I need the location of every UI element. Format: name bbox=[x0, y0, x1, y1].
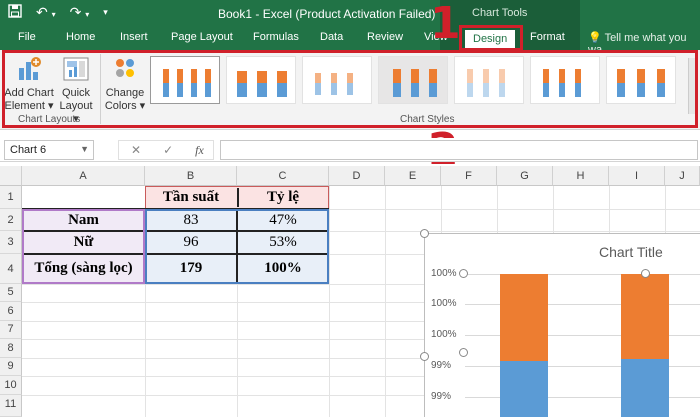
bar-series-1-top[interactable] bbox=[500, 274, 548, 361]
tab-formulas[interactable]: Formulas bbox=[253, 31, 299, 43]
y-tick-label: 100% bbox=[431, 298, 457, 309]
column-header-e[interactable]: E bbox=[385, 166, 441, 186]
plot-area-handle[interactable] bbox=[641, 269, 650, 278]
bar-series-1-bottom[interactable] bbox=[500, 361, 548, 417]
tab-format[interactable]: Format bbox=[530, 31, 565, 43]
window-title: Book1 - Excel (Product Activation Failed… bbox=[218, 7, 436, 21]
row-header-4[interactable]: 4 bbox=[0, 254, 22, 284]
redo-icon[interactable]: ↷ ▾ bbox=[70, 4, 90, 21]
formula-bar: Chart 6 ▼ ✕ ✓ fx bbox=[0, 138, 700, 162]
chevron-down-icon: ▼ bbox=[80, 144, 89, 154]
ribbon-tabs: File Home Insert Page Layout Formulas Da… bbox=[0, 28, 700, 56]
cell-b4[interactable]: 179 bbox=[145, 260, 237, 277]
select-all-corner[interactable] bbox=[0, 166, 22, 186]
cell-b2[interactable]: 83 bbox=[145, 212, 237, 229]
plot-area-handle[interactable] bbox=[459, 269, 468, 278]
column-header-f[interactable]: F bbox=[441, 166, 497, 186]
cell-b3[interactable]: 96 bbox=[145, 234, 237, 251]
formula-buttons: ✕ ✓ fx bbox=[118, 140, 214, 160]
row-header-9[interactable]: 9 bbox=[0, 358, 22, 376]
tab-home[interactable]: Home bbox=[66, 31, 95, 43]
y-tick-label: 99% bbox=[431, 391, 452, 402]
cancel-icon[interactable]: ✕ bbox=[131, 143, 141, 157]
design-tab-highlight-box bbox=[459, 25, 523, 51]
chart-6[interactable]: Chart Title 100% 100% 100% 99% 99% bbox=[420, 229, 700, 417]
tab-data[interactable]: Data bbox=[320, 31, 343, 43]
resize-handle[interactable] bbox=[420, 229, 429, 238]
cell-c1[interactable]: Tỷ lệ bbox=[237, 189, 329, 206]
column-header-i[interactable]: I bbox=[609, 166, 665, 186]
bar-series-2-bottom[interactable] bbox=[621, 359, 669, 417]
y-tick-label: 99% bbox=[431, 360, 452, 371]
column-header-d[interactable]: D bbox=[329, 166, 385, 186]
cell-c2[interactable]: 47% bbox=[237, 212, 329, 229]
y-tick-label: 100% bbox=[431, 268, 457, 279]
row-header-7[interactable]: 7 bbox=[0, 321, 22, 339]
chart-title[interactable]: Chart Title bbox=[599, 244, 663, 260]
row-header-10[interactable]: 10 bbox=[0, 376, 22, 395]
row-header-2[interactable]: 2 bbox=[0, 209, 22, 231]
cell-a3[interactable]: Nữ bbox=[22, 234, 145, 251]
bar-series-2-top[interactable] bbox=[621, 274, 669, 359]
ribbon-highlight-box bbox=[2, 50, 698, 128]
y-tick-label: 100% bbox=[431, 329, 457, 340]
row-header-8[interactable]: 8 bbox=[0, 339, 22, 358]
insert-function-icon[interactable]: fx bbox=[195, 143, 204, 158]
lightbulb-icon: 💡 bbox=[588, 32, 602, 44]
column-header-c[interactable]: C bbox=[237, 166, 329, 186]
plot-area-handle[interactable] bbox=[459, 348, 468, 357]
column-header-a[interactable]: A bbox=[22, 166, 145, 186]
quick-access-toolbar: ↶ ▾ ↷ ▾ ▾ bbox=[8, 4, 108, 21]
tab-page-layout[interactable]: Page Layout bbox=[171, 31, 233, 43]
cell-c4[interactable]: 100% bbox=[237, 260, 329, 277]
formula-input[interactable] bbox=[220, 140, 698, 160]
row-header-5[interactable]: 5 bbox=[0, 284, 22, 302]
row-header-11[interactable]: 11 bbox=[0, 395, 22, 417]
cell-a4[interactable]: Tổng (sàng lọc) bbox=[22, 260, 145, 277]
enter-icon[interactable]: ✓ bbox=[163, 143, 173, 157]
column-header-h[interactable]: H bbox=[553, 166, 609, 186]
save-icon[interactable] bbox=[8, 4, 22, 21]
tab-insert[interactable]: Insert bbox=[120, 31, 148, 43]
customize-qat-icon[interactable]: ▾ bbox=[103, 7, 108, 18]
cell-b1[interactable]: Tần suất bbox=[145, 189, 237, 206]
tab-review[interactable]: Review bbox=[367, 31, 403, 43]
chart-tools-label: Chart Tools bbox=[472, 7, 528, 19]
cell-a2[interactable]: Nam bbox=[22, 212, 145, 229]
row-header-1[interactable]: 1 bbox=[0, 186, 22, 209]
column-header-b[interactable]: B bbox=[145, 166, 237, 186]
title-bar: ↶ ▾ ↷ ▾ ▾ Book1 - Excel (Product Activat… bbox=[0, 0, 700, 28]
annotation-number-1: 1 bbox=[430, 0, 461, 49]
resize-handle[interactable] bbox=[420, 352, 429, 361]
tab-file[interactable]: File bbox=[18, 31, 36, 43]
name-box-value: Chart 6 bbox=[10, 144, 47, 156]
row-header-6[interactable]: 6 bbox=[0, 302, 22, 321]
column-header-g[interactable]: G bbox=[497, 166, 553, 186]
cell-c3[interactable]: 53% bbox=[237, 234, 329, 251]
name-box[interactable]: Chart 6 ▼ bbox=[4, 140, 94, 160]
undo-icon[interactable]: ↶ ▾ bbox=[36, 4, 56, 21]
column-header-j[interactable]: J bbox=[665, 166, 700, 186]
row-header-3[interactable]: 3 bbox=[0, 231, 22, 254]
